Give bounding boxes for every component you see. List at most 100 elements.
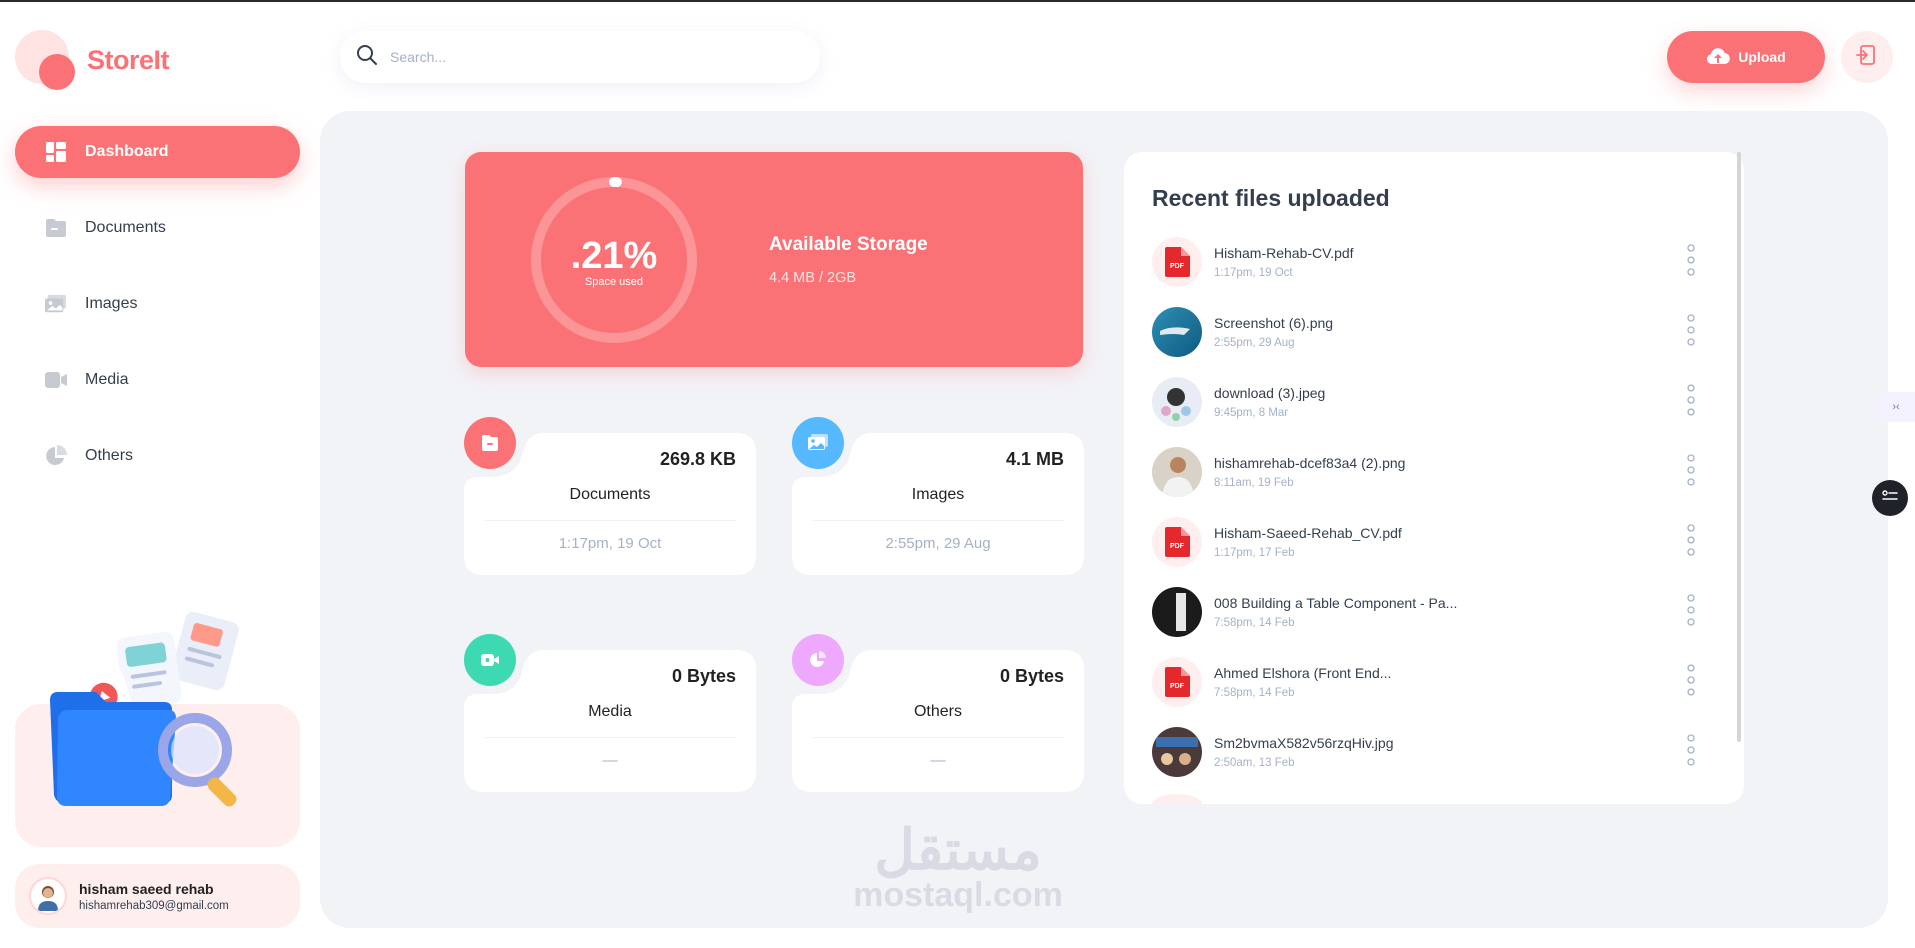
file-date: 7:58pm, 14 Feb [1214,687,1295,699]
card-size: 269.8 KB [659,449,736,469]
search-input[interactable] [390,49,770,65]
file-name: 008 Building a Table Component - Pa... [1214,595,1458,611]
file-date: 9:45pm, 8 Mar [1214,407,1289,419]
list-item[interactable]: hishamrehab-dcef83a4 (2).png 8:11am, 19 F… [1152,444,1712,500]
folder-illustration [50,610,260,815]
sidebar-item-label: Documents [85,219,166,236]
pie-icon [792,634,844,686]
storage-percent: .21% [570,235,658,277]
card-divider [812,737,1064,738]
card-size: 0 Bytes [671,666,736,686]
list-item[interactable]: PDF Hisham-Rehab-CV.pdf 1:17pm, 19 Oct [1152,234,1712,290]
storage-summary-card: .21% Space used Available Storage 4.4 MB… [465,152,1083,367]
card-divider [484,737,736,738]
storage-value: 4.4 MB / 2GB [769,270,857,286]
pdf-icon: PDF [1152,517,1202,567]
category-card-images[interactable]: 4.1 MB Images 2:55pm, 29 Aug [792,417,1084,575]
watermark: مستقل mostaql.com [840,818,1076,914]
sidebar-item-label: Media [85,371,129,388]
list-item[interactable]: Screenshot (6).png 2:55pm, 29 Aug [1152,304,1712,360]
sidebar-item-label: Images [85,295,138,312]
more-options-icon[interactable] [1686,524,1696,556]
list-item[interactable]: PDF Ahmed Elshora (Front End... 7:58pm, 1… [1152,654,1712,710]
side-expand-tab[interactable]: ›‹ [1877,392,1915,422]
list-item-partial [1152,794,1202,804]
card-size: 0 Bytes [999,666,1064,686]
svg-text:PDF: PDF [1170,263,1185,270]
category-card-others[interactable]: 0 Bytes Others — [792,634,1084,792]
file-name: Sm2bvmaX582v56rzqHiv.jpg [1214,735,1394,751]
file-date: 8:11am, 19 Feb [1214,477,1294,489]
more-options-icon[interactable] [1686,594,1696,626]
sidebar-item-dashboard[interactable]: Dashboard [15,126,300,178]
user-profile[interactable]: hisham saeed rehab hishamrehab309@gmail.… [15,864,300,928]
card-size: 4.1 MB [1005,449,1064,469]
documents-icon [45,217,67,239]
card-name: Others [913,703,962,720]
search-bar[interactable] [340,31,820,83]
avatar [29,877,67,915]
card-name: Images [911,486,965,503]
file-name: download (3).jpeg [1214,385,1326,401]
card-date: — [602,752,618,769]
category-card-documents[interactable]: 269.8 KB Documents 1:17pm, 19 Oct [464,417,756,575]
recent-files-scrollbar[interactable] [1737,152,1741,742]
watermark-latin: mostaql.com [853,876,1063,914]
sidebar-item-label: Others [85,447,134,464]
list-item[interactable]: 008 Building a Table Component - Pa... 7:… [1152,584,1712,640]
recent-files-title: Recent files uploaded [1152,185,1390,211]
search-icon [356,44,378,71]
image-thumbnail [1152,447,1202,497]
file-date: 7:58pm, 14 Feb [1214,617,1295,629]
cloud-upload-icon [1706,47,1731,68]
more-options-icon[interactable] [1686,314,1696,346]
list-settings-icon [1882,489,1898,507]
sidebar-item-documents[interactable]: Documents [15,202,300,254]
recent-files-panel: Recent files uploaded PDF Hisham-Rehab-C… [1124,152,1744,804]
card-divider [812,520,1064,521]
list-item[interactable]: PDF Hisham-Saeed-Rehab_CV.pdf 1:17pm, 17 … [1152,514,1712,570]
file-date: 1:17pm, 19 Oct [1214,267,1293,279]
more-options-icon[interactable] [1686,244,1696,276]
logout-icon [1856,44,1878,71]
video-thumbnail [1152,587,1202,637]
user-name: hisham saeed rehab [79,880,214,897]
image-icon [792,417,844,469]
floating-menu-button[interactable] [1872,480,1908,516]
image-thumbnail [1152,307,1202,357]
user-email: hishamrehab309@gmail.com [79,899,229,912]
more-options-icon[interactable] [1686,384,1696,416]
svg-text:PDF: PDF [1170,683,1185,690]
sidebar-item-others[interactable]: Others [15,430,300,482]
file-date: 2:50am, 13 Feb [1214,757,1295,769]
card-name: Documents [569,486,651,503]
app-logo[interactable]: StoreIt [15,30,170,90]
storage-title: Available Storage [769,234,928,255]
folder-doc-icon [464,417,516,469]
watermark-arabic: مستقل [874,818,1042,881]
upload-button[interactable]: Upload [1667,31,1825,83]
sidebar-nav: Dashboard Documents Images Media Others [15,126,300,506]
list-item[interactable]: download (3).jpeg 9:45pm, 8 Mar [1152,374,1712,430]
sidebar-item-media[interactable]: Media [15,354,300,406]
file-name: hishamrehab-dcef83a4 (2).png [1214,455,1406,471]
file-date: 2:55pm, 29 Aug [1214,337,1295,349]
more-options-icon[interactable] [1686,664,1696,696]
window-top-border [0,0,1915,2]
file-name: Screenshot (6).png [1214,315,1334,331]
dashboard-icon [45,141,67,163]
file-date: 1:17pm, 17 Feb [1214,547,1295,559]
sidebar-item-images[interactable]: Images [15,278,300,330]
image-thumbnail [1152,377,1202,427]
sidebar-item-label: Dashboard [85,143,169,160]
more-options-icon[interactable] [1686,734,1696,766]
image-thumbnail [1152,727,1202,777]
list-item[interactable]: Sm2bvmaX582v56rzqHiv.jpg 2:50am, 13 Feb [1152,724,1712,780]
svg-text:PDF: PDF [1170,543,1185,550]
storage-percent-caption: Space used [584,276,644,288]
file-name: Hisham-Rehab-CV.pdf [1214,245,1354,261]
category-card-media[interactable]: 0 Bytes Media — [464,634,756,792]
more-options-icon[interactable] [1686,454,1696,486]
logout-button[interactable] [1841,31,1893,83]
card-name: Media [588,703,632,720]
